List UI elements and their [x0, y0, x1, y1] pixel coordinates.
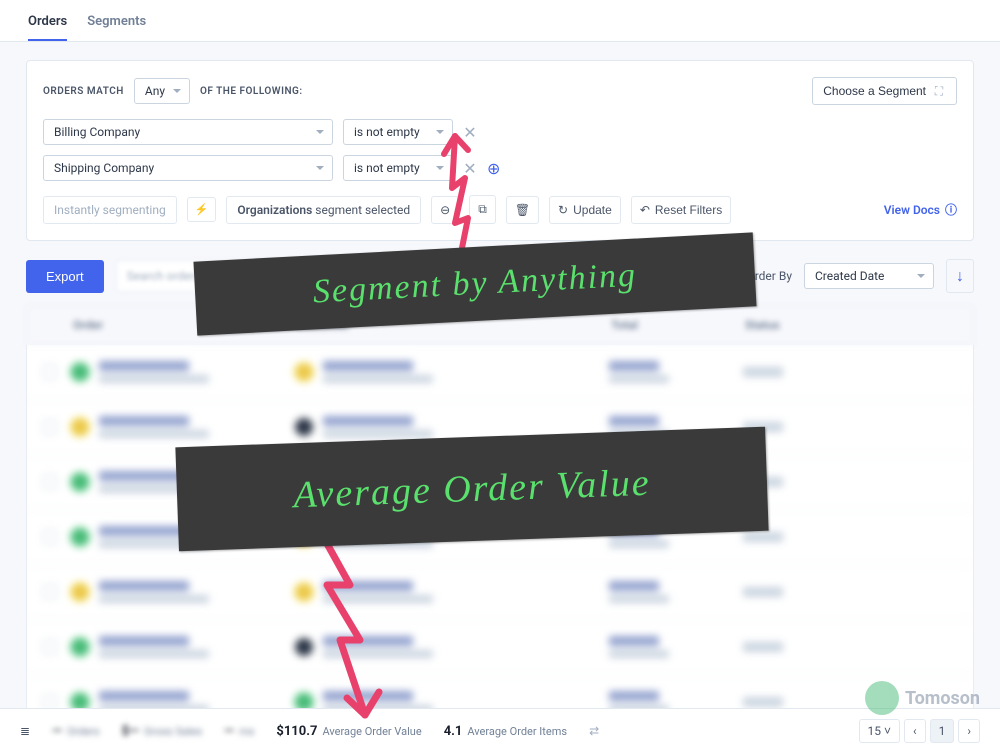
- bolt-icon[interactable]: ⚡: [187, 197, 217, 222]
- watermark-text: Tomoson: [905, 688, 980, 709]
- annotation-average-order-value: Average Order Value: [175, 427, 768, 552]
- shuffle-icon[interactable]: ⇄: [589, 724, 599, 738]
- match-row: ORDERS MATCH Any OF THE FOLLOWING: Choos…: [43, 77, 957, 105]
- page-size-select[interactable]: 15 ˅: [859, 719, 900, 743]
- tab-segments[interactable]: Segments: [87, 14, 146, 41]
- metric-items: —ms: [224, 724, 254, 739]
- selected-segment-name: Organizations: [237, 203, 312, 217]
- tomoson-logo-icon: [865, 681, 899, 715]
- filter-field-select[interactable]: Shipping Company: [43, 155, 333, 181]
- metric-orders: — Orders: [52, 724, 100, 739]
- match-prefix: ORDERS MATCH: [43, 86, 124, 97]
- table-row[interactable]: [27, 345, 973, 400]
- match-any-select[interactable]: Any: [134, 78, 190, 104]
- watermark: Tomoson: [865, 681, 980, 715]
- choose-segment-label: Choose a Segment: [823, 84, 926, 98]
- match-suffix: OF THE FOLLOWING:: [200, 86, 303, 97]
- undo-icon: ↶: [640, 203, 650, 217]
- update-button-label: Update: [573, 203, 612, 217]
- prev-page-button[interactable]: ‹: [904, 719, 926, 743]
- table-row[interactable]: [27, 620, 973, 675]
- list-icon: ≣: [20, 724, 30, 738]
- info-icon: ⓘ: [945, 201, 957, 218]
- filter-field-select[interactable]: Billing Company: [43, 119, 333, 145]
- selected-segment-suffix: segment selected: [312, 203, 410, 217]
- next-page-button[interactable]: ›: [958, 719, 980, 743]
- reset-filters-button[interactable]: ↶ Reset Filters: [631, 196, 731, 224]
- reset-filters-label: Reset Filters: [655, 203, 722, 217]
- th-status: Status: [745, 318, 957, 332]
- export-button[interactable]: Export: [26, 260, 104, 293]
- table-row[interactable]: [27, 565, 973, 620]
- metric-avg-order-items: 4.1 Average Order Items: [444, 724, 567, 739]
- view-docs-label: View Docs: [884, 203, 940, 217]
- current-page[interactable]: 1: [930, 719, 955, 743]
- expand-icon: ⛶: [932, 84, 946, 98]
- avg-order-items-lbl: Average Order Items: [467, 725, 567, 738]
- segmenting-status-label: Instantly segmenting: [54, 203, 166, 217]
- footer-metrics: ≣ — Orders $—Gross Sales —ms $110.7Avera…: [0, 708, 1000, 753]
- sort-direction-button[interactable]: ↓: [946, 259, 974, 293]
- avg-order-items-val: 4.1: [444, 724, 463, 739]
- metric-gross: $—Gross Sales: [122, 724, 203, 739]
- order-by-select[interactable]: Created Date: [804, 263, 934, 289]
- view-docs-link[interactable]: View Docs ⓘ: [884, 201, 957, 218]
- th-total: Total: [611, 318, 731, 332]
- arrow-icon: [305, 530, 445, 740]
- segmenting-status: Instantly segmenting: [43, 196, 177, 224]
- choose-segment-button[interactable]: Choose a Segment ⛶: [812, 77, 957, 105]
- page-tabs: Orders Segments: [0, 0, 1000, 42]
- tab-orders[interactable]: Orders: [28, 14, 67, 41]
- selected-segment: Organizations segment selected: [226, 196, 421, 224]
- pagination: 15 ˅ ‹ 1 ›: [859, 719, 980, 743]
